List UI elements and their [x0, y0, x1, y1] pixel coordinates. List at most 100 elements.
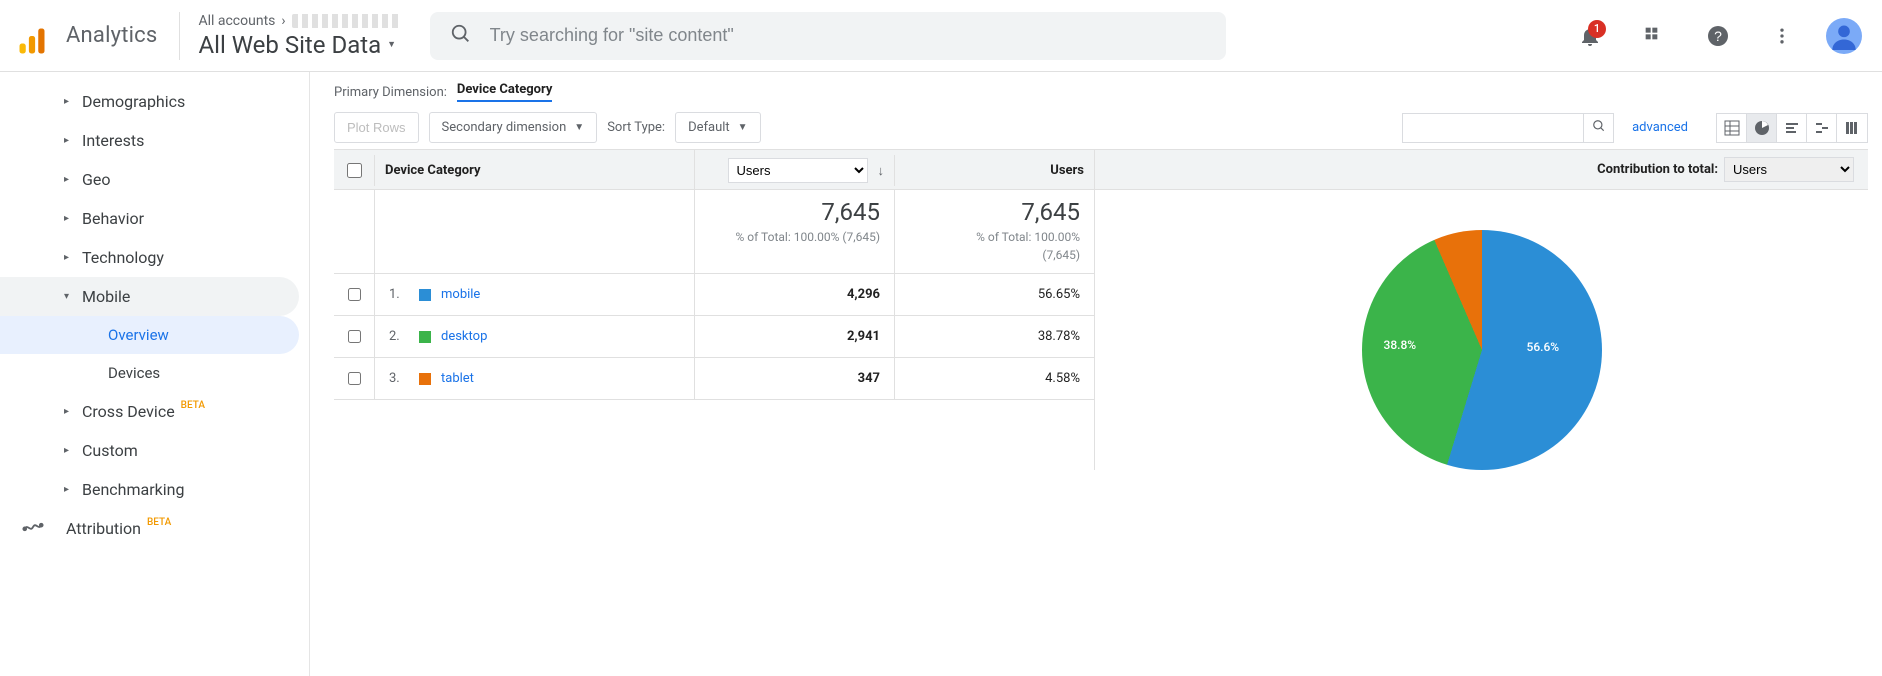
- notifications-button[interactable]: 1: [1570, 16, 1610, 56]
- sidebar-item-overview[interactable]: Overview: [0, 316, 299, 354]
- row-checkbox[interactable]: [348, 287, 361, 302]
- contribution-label: Contribution to total:: [1597, 162, 1718, 177]
- search-icon: [450, 23, 472, 49]
- row-index: 2.: [389, 329, 409, 344]
- sidebar-item-benchmarking[interactable]: ▸ Benchmarking: [0, 470, 309, 509]
- caret-right-icon: ▸: [64, 213, 69, 224]
- primary-dimension: Primary Dimension: Device Category: [334, 82, 1868, 102]
- pie-slice-label: 38.8%: [1384, 338, 1417, 352]
- metric-percent: 4.58%: [894, 358, 1094, 399]
- table-toolbar: Plot Rows Secondary dimension ▼ Sort Typ…: [334, 112, 1868, 143]
- dimension-value-link[interactable]: mobile: [441, 287, 480, 302]
- sidebar-item-attribution[interactable]: Attribution BETA: [0, 509, 309, 548]
- property-selector[interactable]: All Web Site Data ▼: [198, 31, 401, 59]
- sidebar-item-label: Overview: [108, 326, 169, 344]
- table-row: 1. mobile 4,296 56.65%: [334, 274, 1094, 316]
- table-row: 2. desktop 2,941 38.78%: [334, 316, 1094, 358]
- select-all-checkbox[interactable]: [347, 163, 362, 178]
- sidebar-item-label: Custom: [82, 441, 138, 460]
- sort-descending-icon[interactable]: ↓: [878, 163, 885, 179]
- color-swatch: [419, 373, 431, 385]
- contribution-header: Contribution to total: Users: [1095, 150, 1868, 190]
- secondary-dimension-dropdown[interactable]: Secondary dimension ▼: [429, 112, 598, 143]
- view-bar-icon[interactable]: [1777, 114, 1807, 142]
- sidebar-item-interests[interactable]: ▸ Interests: [0, 121, 309, 160]
- view-table-icon[interactable]: [1717, 114, 1747, 142]
- secondary-dimension-label: Secondary dimension: [442, 120, 567, 135]
- beta-badge: BETA: [147, 517, 171, 528]
- help-icon[interactable]: ?: [1698, 16, 1738, 56]
- advanced-filter-link[interactable]: advanced: [1632, 120, 1688, 135]
- contribution-metric-select[interactable]: Users: [1724, 157, 1854, 182]
- search-input[interactable]: [490, 25, 1206, 46]
- caret-right-icon: ▸: [64, 445, 69, 456]
- primary-dimension-label: Primary Dimension:: [334, 85, 447, 100]
- breadcrumb: All accounts ›: [198, 13, 401, 29]
- caret-right-icon: ▸: [64, 135, 69, 146]
- sidebar-item-custom[interactable]: ▸ Custom: [0, 431, 309, 470]
- view-switcher: [1716, 113, 1868, 143]
- totals-value: 7,645: [909, 198, 1080, 226]
- property-breadcrumb[interactable]: All accounts › All Web Site Data ▼: [180, 13, 401, 59]
- primary-dimension-value[interactable]: Device Category: [457, 82, 553, 102]
- table-filter-input[interactable]: [1403, 114, 1583, 142]
- caret-right-icon: ▸: [64, 174, 69, 185]
- totals-subtext: % of Total: 100.00% (7,645): [709, 230, 880, 244]
- svg-text:?: ?: [1714, 28, 1722, 44]
- contribution-panel: Contribution to total: Users 56.6% 38.8%: [1094, 150, 1868, 470]
- sidebar-item-label: Devices: [108, 364, 160, 382]
- color-swatch: [419, 331, 431, 343]
- search-bar[interactable]: [430, 12, 1226, 60]
- sidebar-item-behavior[interactable]: ▸ Behavior: [0, 199, 309, 238]
- view-comparison-icon[interactable]: [1807, 114, 1837, 142]
- sidebar-item-cross-device[interactable]: ▸ Cross Device BETA: [0, 392, 309, 431]
- sidebar-item-technology[interactable]: ▸ Technology: [0, 238, 309, 277]
- metric-percent: 56.65%: [894, 274, 1094, 315]
- totals-subtext: (7,645): [909, 248, 1080, 262]
- plot-rows-button[interactable]: Plot Rows: [334, 112, 419, 143]
- main-content: Primary Dimension: Device Category Plot …: [310, 72, 1882, 676]
- caret-right-icon: ▸: [64, 406, 69, 417]
- sidebar-item-label: Attribution: [66, 519, 141, 538]
- color-swatch: [419, 289, 431, 301]
- kebab-menu-icon[interactable]: [1762, 16, 1802, 56]
- table-filter-search-button[interactable]: [1583, 114, 1613, 142]
- caret-right-icon: ▸: [64, 484, 69, 495]
- sidebar-item-label: Demographics: [82, 92, 185, 111]
- sidebar-item-label: Benchmarking: [82, 480, 184, 499]
- metric-percent: 38.78%: [894, 316, 1094, 357]
- app-header: Analytics All accounts › All Web Site Da…: [0, 0, 1882, 72]
- totals-subtext: % of Total: 100.00%: [909, 230, 1080, 244]
- sort-type-label: Sort Type:: [607, 120, 665, 135]
- view-pivot-icon[interactable]: [1837, 114, 1867, 142]
- avatar[interactable]: [1826, 18, 1862, 54]
- sort-type-dropdown[interactable]: Default ▼: [675, 112, 761, 143]
- totals-value: 7,645: [709, 198, 880, 226]
- account-name-redacted: [292, 14, 402, 28]
- view-pie-icon[interactable]: [1747, 114, 1777, 142]
- row-index: 1.: [389, 287, 409, 302]
- sidebar-item-demographics[interactable]: ▸ Demographics: [0, 82, 309, 121]
- sidebar-item-geo[interactable]: ▸ Geo: [0, 160, 309, 199]
- caret-right-icon: ▸: [64, 96, 69, 107]
- sidebar-item-label: Interests: [82, 131, 144, 150]
- dimension-column-header: Device Category: [374, 155, 694, 186]
- select-all-cell: [334, 155, 374, 186]
- sidebar: ▸ Demographics ▸ Interests ▸ Geo ▸ Behav…: [0, 72, 310, 676]
- beta-badge: BETA: [181, 400, 205, 411]
- sidebar-item-devices[interactable]: Devices: [0, 354, 309, 392]
- breadcrumb-accounts: All accounts: [198, 13, 275, 29]
- attribution-icon: [22, 516, 44, 542]
- sort-type-value: Default: [688, 120, 730, 135]
- totals-metric1: 7,645 % of Total: 100.00% (7,645): [694, 190, 894, 273]
- row-checkbox[interactable]: [348, 371, 361, 386]
- metric-select[interactable]: Users: [728, 158, 868, 183]
- pie-slice-label: 56.6%: [1527, 340, 1560, 354]
- dimension-value-link[interactable]: desktop: [441, 329, 487, 344]
- sidebar-item-mobile[interactable]: ▾ Mobile: [0, 277, 299, 316]
- apps-icon[interactable]: [1634, 16, 1674, 56]
- metric-value: 2,941: [694, 316, 894, 357]
- header-actions: 1 ?: [1570, 16, 1870, 56]
- row-checkbox[interactable]: [348, 329, 361, 344]
- dimension-value-link[interactable]: tablet: [441, 371, 474, 386]
